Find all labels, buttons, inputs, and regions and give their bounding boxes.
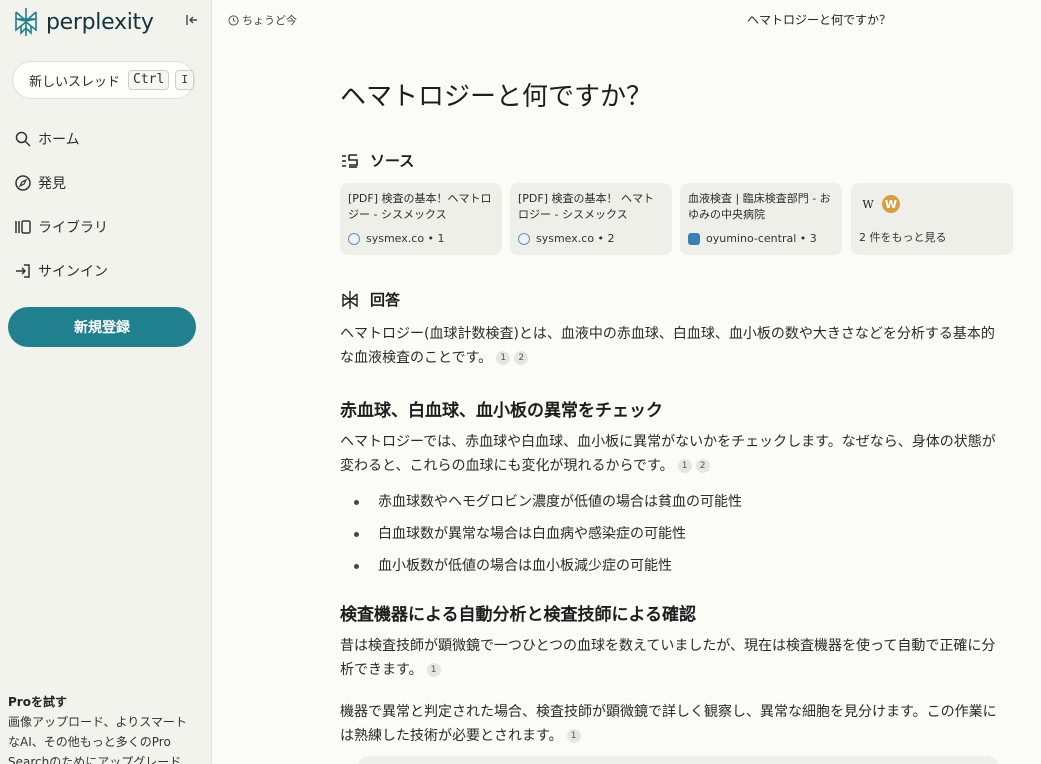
sidebar-item-label: 発見 <box>38 176 66 192</box>
source-card[interactable]: [PDF] 検査の基本！ヘマトロジー - シスメックス sysmex.co • … <box>340 183 502 255</box>
bullet-dot <box>354 563 359 569</box>
new-thread-label: 新しいスレッド <box>29 74 121 90</box>
bullet-dot <box>354 531 359 537</box>
source-index: 2 <box>607 232 615 245</box>
signup-button[interactable]: 新規登録 <box>8 307 196 347</box>
list-item: 赤血球数やヘモグロビン濃度が低値の場合は貧血の可能性 <box>354 486 742 518</box>
source-title: [PDF] 検査の基本！ヘマトロジー - シスメックス <box>348 192 492 221</box>
perplexity-logo-icon <box>15 8 37 36</box>
search-icon <box>15 131 31 147</box>
thread-title: ヘマトロジーと何ですか？ <box>747 13 892 27</box>
sidebar-item-label: サインイン <box>38 264 108 280</box>
sidebar-item-library[interactable]: ライブラリ <box>14 217 108 237</box>
pro-description: 画像アップロード、よりスマートなAI、その他もっと多くのPro Searchのた… <box>8 715 187 764</box>
source-domain: sysmex.co <box>536 232 595 245</box>
section-text: 機器で異常と判定された場合、検査技師が顕微鏡で詳しく観察し、異常な細胞を見分けま… <box>340 704 997 744</box>
answer-intro: ヘマトロジー(血球計数検査)とは、血液中の赤血球、白血球、血小板の数や大きさなど… <box>340 322 1008 370</box>
section-heading: 赤血球、白血球、血小板の異常をチェック <box>340 401 663 421</box>
citation[interactable]: 1 <box>496 351 511 365</box>
list-item-text: 血小板数が低値の場合は血小板減少症の可能性 <box>378 558 672 574</box>
clock-icon <box>228 14 239 26</box>
section-heading: 検査機器による自動分析と検査技師による確認 <box>340 605 696 625</box>
new-thread-button[interactable]: 新しいスレッド Ctrl I <box>12 61 195 99</box>
timestamp: ちょうど今 <box>228 12 297 28</box>
logo[interactable]: perplexity <box>12 6 154 38</box>
source-meta: sysmex.co • 1 <box>348 232 494 245</box>
more-sources-card[interactable]: W W 2 件をもっと見る <box>851 183 1013 255</box>
follow-up-input-bar[interactable] <box>358 756 998 764</box>
globe-icon <box>348 232 360 245</box>
answer-intro-text: ヘマトロジー(血球計数検査)とは、血液中の赤血球、白血球、血小板の数や大きさなど… <box>340 326 995 366</box>
source-title: [PDF] 検査の基本！ ヘマトロジー - シスメックス <box>518 192 655 221</box>
answer-heading-text: 回答 <box>370 291 401 309</box>
answer-heading: 回答 <box>340 289 400 310</box>
shortcut-i: I <box>175 70 194 90</box>
source-card[interactable]: 血液検査 | 臨床検査部門 - おゆみの中央病院 oyumino-central… <box>680 183 842 255</box>
compass-icon <box>15 175 31 191</box>
sidebar-item-label: ホーム <box>38 132 80 148</box>
source-title: 血液検査 | 臨床検査部門 - おゆみの中央病院 <box>688 192 831 221</box>
more-sources-label: 2 件をもっと見る <box>859 231 947 244</box>
collapse-icon <box>186 15 197 25</box>
wikipedia-icon: W <box>862 197 874 211</box>
sources-heading: ソース <box>340 150 414 171</box>
sources-icon <box>342 153 358 168</box>
logo-text: perplexity <box>46 9 154 35</box>
source-domain: sysmex.co <box>366 232 425 245</box>
source-meta: oyumino-central • 3 <box>688 232 834 245</box>
citation[interactable]: 1 <box>566 729 581 743</box>
sources-heading-text: ソース <box>370 152 415 170</box>
globe-icon <box>518 232 530 245</box>
source-index: 1 <box>437 232 445 245</box>
source-domain: oyumino-central <box>706 232 797 245</box>
section-text: ヘマトロジーでは、赤血球や白血球、血小板に異常がないかをチェックします。なぜなら… <box>340 434 996 474</box>
section-paragraph: ヘマトロジーでは、赤血球や白血球、血小板に異常がないかをチェックします。なぜなら… <box>340 430 1008 478</box>
bullet-dot <box>354 499 359 505</box>
sign-in-icon <box>16 264 30 278</box>
site-favicon-icon <box>688 232 700 245</box>
section-paragraph: 機器で異常と判定された場合、検査技師が顕微鏡で詳しく観察し、異常な細胞を見分けま… <box>340 700 1008 748</box>
list-item-text: 白血球数が異常な場合は白血病や感染症の可能性 <box>378 526 686 542</box>
question-heading: ヘマトロジーと何ですか？ <box>340 82 653 112</box>
sidebar-item-discover[interactable]: 発見 <box>14 173 66 193</box>
more-sources-icons: W W <box>859 193 1005 215</box>
sidebar-item-signin[interactable]: サインイン <box>14 261 108 281</box>
timestamp-text: ちょうど今 <box>242 14 297 27</box>
w-favicon-icon: W <box>882 195 900 213</box>
sidebar: perplexity 新しいスレッド Ctrl I ホーム 発見 ライブラリ サ… <box>0 0 212 764</box>
sources-list: [PDF] 検査の基本！ヘマトロジー - シスメックス sysmex.co • … <box>340 183 1015 255</box>
list-item: 血小板数が低値の場合は血小板減少症の可能性 <box>354 550 742 582</box>
pro-title[interactable]: Proを試す <box>8 693 67 710</box>
citation[interactable]: 1 <box>677 459 692 473</box>
topbar: ちょうど今 ヘマトロジーと何ですか？ <box>212 0 1041 40</box>
bullet-list: 赤血球数やヘモグロビン濃度が低値の場合は貧血の可能性 白血球数が異常な場合は白血… <box>354 486 742 582</box>
source-index: 3 <box>809 232 817 245</box>
source-meta: sysmex.co • 2 <box>518 232 664 245</box>
citation[interactable]: 1 <box>426 663 441 677</box>
perplexity-answer-icon <box>342 290 358 309</box>
sidebar-item-label: ライブラリ <box>38 220 108 236</box>
list-item-text: 赤血球数やヘモグロビン濃度が低値の場合は貧血の可能性 <box>378 494 742 510</box>
citation[interactable]: 2 <box>514 351 529 365</box>
section-paragraph: 昔は検査技師が顕微鏡で一つひとつの血球を数えていましたが、現在は検査機器を使って… <box>340 634 1008 682</box>
source-card[interactable]: [PDF] 検査の基本！ ヘマトロジー - シスメックス sysmex.co •… <box>510 183 672 255</box>
shortcut-ctrl: Ctrl <box>128 70 170 90</box>
list-item: 白血球数が異常な場合は白血病や感染症の可能性 <box>354 518 742 550</box>
sidebar-item-home[interactable]: ホーム <box>14 129 80 149</box>
collapse-sidebar-button[interactable] <box>184 12 200 28</box>
library-icon <box>15 220 31 234</box>
citation[interactable]: 2 <box>695 459 710 473</box>
